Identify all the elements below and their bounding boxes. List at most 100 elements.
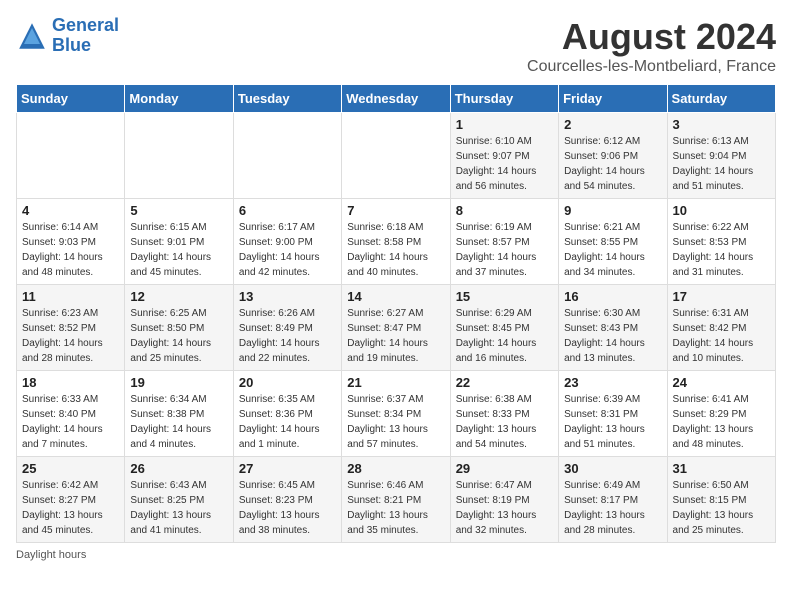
- calendar-cell: 22 Sunrise: 6:38 AMSunset: 8:33 PMDayligh…: [450, 371, 558, 457]
- day-info: Sunrise: 6:49 AMSunset: 8:17 PMDaylight:…: [564, 478, 661, 538]
- header-row: SundayMondayTuesdayWednesdayThursdayFrid…: [17, 85, 776, 113]
- day-info: Sunrise: 6:43 AMSunset: 8:25 PMDaylight:…: [130, 478, 227, 538]
- calendar-cell: 25 Sunrise: 6:42 AMSunset: 8:27 PMDayligh…: [17, 457, 125, 543]
- day-info: Sunrise: 6:37 AMSunset: 8:34 PMDaylight:…: [347, 392, 444, 452]
- day-number: 10: [673, 203, 770, 218]
- day-number: 23: [564, 375, 661, 390]
- logo-general: General: [52, 15, 119, 35]
- calendar-cell: 26 Sunrise: 6:43 AMSunset: 8:25 PMDayligh…: [125, 457, 233, 543]
- day-info: Sunrise: 6:30 AMSunset: 8:43 PMDaylight:…: [564, 306, 661, 366]
- day-info: Sunrise: 6:47 AMSunset: 8:19 PMDaylight:…: [456, 478, 553, 538]
- day-info: Sunrise: 6:22 AMSunset: 8:53 PMDaylight:…: [673, 220, 770, 280]
- week-row-3: 11 Sunrise: 6:23 AMSunset: 8:52 PMDayligh…: [17, 285, 776, 371]
- day-number: 2: [564, 117, 661, 132]
- day-number: 31: [673, 461, 770, 476]
- day-number: 25: [22, 461, 119, 476]
- calendar-cell: [125, 113, 233, 199]
- calendar-cell: 17 Sunrise: 6:31 AMSunset: 8:42 PMDayligh…: [667, 285, 775, 371]
- day-number: 16: [564, 289, 661, 304]
- day-header-sunday: Sunday: [17, 85, 125, 113]
- week-row-5: 25 Sunrise: 6:42 AMSunset: 8:27 PMDayligh…: [17, 457, 776, 543]
- calendar-cell: 18 Sunrise: 6:33 AMSunset: 8:40 PMDayligh…: [17, 371, 125, 457]
- calendar-cell: 1Sunrise: 6:10 AMSunset: 9:07 PMDaylight…: [450, 113, 558, 199]
- day-info: Sunrise: 6:50 AMSunset: 8:15 PMDaylight:…: [673, 478, 770, 538]
- day-header-tuesday: Tuesday: [233, 85, 341, 113]
- calendar-cell: [17, 113, 125, 199]
- day-info: Sunrise: 6:29 AMSunset: 8:45 PMDaylight:…: [456, 306, 553, 366]
- calendar-cell: 15 Sunrise: 6:29 AMSunset: 8:45 PMDayligh…: [450, 285, 558, 371]
- day-number: 20: [239, 375, 336, 390]
- title-block: August 2024 Courcelles-les-Montbeliard, …: [527, 16, 776, 76]
- day-info: Sunrise: 6:10 AMSunset: 9:07 PMDaylight:…: [456, 134, 553, 194]
- day-number: 28: [347, 461, 444, 476]
- day-number: 26: [130, 461, 227, 476]
- day-number: 7: [347, 203, 444, 218]
- day-number: 12: [130, 289, 227, 304]
- calendar-cell: 30Sunrise: 6:49 AMSunset: 8:17 PMDayligh…: [559, 457, 667, 543]
- day-number: 4: [22, 203, 119, 218]
- calendar-cell: 14 Sunrise: 6:27 AMSunset: 8:47 PMDayligh…: [342, 285, 450, 371]
- day-number: 27: [239, 461, 336, 476]
- day-info: Sunrise: 6:13 AMSunset: 9:04 PMDaylight:…: [673, 134, 770, 194]
- day-info: Sunrise: 6:39 AMSunset: 8:31 PMDaylight:…: [564, 392, 661, 452]
- day-number: 21: [347, 375, 444, 390]
- week-row-4: 18 Sunrise: 6:33 AMSunset: 8:40 PMDayligh…: [17, 371, 776, 457]
- logo-icon: [16, 20, 48, 52]
- day-number: 22: [456, 375, 553, 390]
- day-info: Sunrise: 6:18 AMSunset: 8:58 PMDaylight:…: [347, 220, 444, 280]
- day-number: 11: [22, 289, 119, 304]
- day-info: Sunrise: 6:35 AMSunset: 8:36 PMDaylight:…: [239, 392, 336, 452]
- day-number: 13: [239, 289, 336, 304]
- calendar-cell: 2 Sunrise: 6:12 AMSunset: 9:06 PMDaylight…: [559, 113, 667, 199]
- day-info: Sunrise: 6:27 AMSunset: 8:47 PMDaylight:…: [347, 306, 444, 366]
- calendar-cell: 20 Sunrise: 6:35 AMSunset: 8:36 PMDayligh…: [233, 371, 341, 457]
- day-header-wednesday: Wednesday: [342, 85, 450, 113]
- location-title: Courcelles-les-Montbeliard, France: [527, 58, 776, 76]
- calendar-cell: 24Sunrise: 6:41 AMSunset: 8:29 PMDayligh…: [667, 371, 775, 457]
- footer-label: Daylight hours: [16, 549, 776, 561]
- day-number: 15: [456, 289, 553, 304]
- day-info: Sunrise: 6:26 AMSunset: 8:49 PMDaylight:…: [239, 306, 336, 366]
- calendar-table: SundayMondayTuesdayWednesdayThursdayFrid…: [16, 84, 776, 543]
- day-number: 9: [564, 203, 661, 218]
- day-header-thursday: Thursday: [450, 85, 558, 113]
- calendar-cell: 10 Sunrise: 6:22 AMSunset: 8:53 PMDayligh…: [667, 199, 775, 285]
- day-info: Sunrise: 6:23 AMSunset: 8:52 PMDaylight:…: [22, 306, 119, 366]
- day-number: 5: [130, 203, 227, 218]
- calendar-cell: [342, 113, 450, 199]
- calendar-cell: [233, 113, 341, 199]
- day-number: 14: [347, 289, 444, 304]
- day-number: 3: [673, 117, 770, 132]
- day-info: Sunrise: 6:19 AMSunset: 8:57 PMDaylight:…: [456, 220, 553, 280]
- calendar-cell: 19 Sunrise: 6:34 AMSunset: 8:38 PMDayligh…: [125, 371, 233, 457]
- calendar-cell: 16 Sunrise: 6:30 AMSunset: 8:43 PMDayligh…: [559, 285, 667, 371]
- calendar-cell: 23 Sunrise: 6:39 AMSunset: 8:31 PMDayligh…: [559, 371, 667, 457]
- day-info: Sunrise: 6:12 AMSunset: 9:06 PMDaylight:…: [564, 134, 661, 194]
- day-number: 18: [22, 375, 119, 390]
- day-header-monday: Monday: [125, 85, 233, 113]
- day-number: 24: [673, 375, 770, 390]
- logo: General Blue: [16, 16, 119, 56]
- day-info: Sunrise: 6:33 AMSunset: 8:40 PMDaylight:…: [22, 392, 119, 452]
- calendar-cell: 9 Sunrise: 6:21 AMSunset: 8:55 PMDaylight…: [559, 199, 667, 285]
- calendar-cell: 28 Sunrise: 6:46 AMSunset: 8:21 PMDayligh…: [342, 457, 450, 543]
- day-info: Sunrise: 6:46 AMSunset: 8:21 PMDaylight:…: [347, 478, 444, 538]
- day-info: Sunrise: 6:17 AMSunset: 9:00 PMDaylight:…: [239, 220, 336, 280]
- calendar-cell: 6Sunrise: 6:17 AMSunset: 9:00 PMDaylight…: [233, 199, 341, 285]
- calendar-cell: 27Sunrise: 6:45 AMSunset: 8:23 PMDayligh…: [233, 457, 341, 543]
- day-info: Sunrise: 6:21 AMSunset: 8:55 PMDaylight:…: [564, 220, 661, 280]
- calendar-cell: 21 Sunrise: 6:37 AMSunset: 8:34 PMDayligh…: [342, 371, 450, 457]
- day-info: Sunrise: 6:34 AMSunset: 8:38 PMDaylight:…: [130, 392, 227, 452]
- calendar-cell: 29 Sunrise: 6:47 AMSunset: 8:19 PMDayligh…: [450, 457, 558, 543]
- day-info: Sunrise: 6:25 AMSunset: 8:50 PMDaylight:…: [130, 306, 227, 366]
- day-header-friday: Friday: [559, 85, 667, 113]
- logo-blue: Blue: [52, 35, 91, 55]
- calendar-cell: 8Sunrise: 6:19 AMSunset: 8:57 PMDaylight…: [450, 199, 558, 285]
- day-info: Sunrise: 6:42 AMSunset: 8:27 PMDaylight:…: [22, 478, 119, 538]
- day-header-saturday: Saturday: [667, 85, 775, 113]
- day-info: Sunrise: 6:31 AMSunset: 8:42 PMDaylight:…: [673, 306, 770, 366]
- day-number: 19: [130, 375, 227, 390]
- day-info: Sunrise: 6:38 AMSunset: 8:33 PMDaylight:…: [456, 392, 553, 452]
- day-number: 17: [673, 289, 770, 304]
- day-number: 29: [456, 461, 553, 476]
